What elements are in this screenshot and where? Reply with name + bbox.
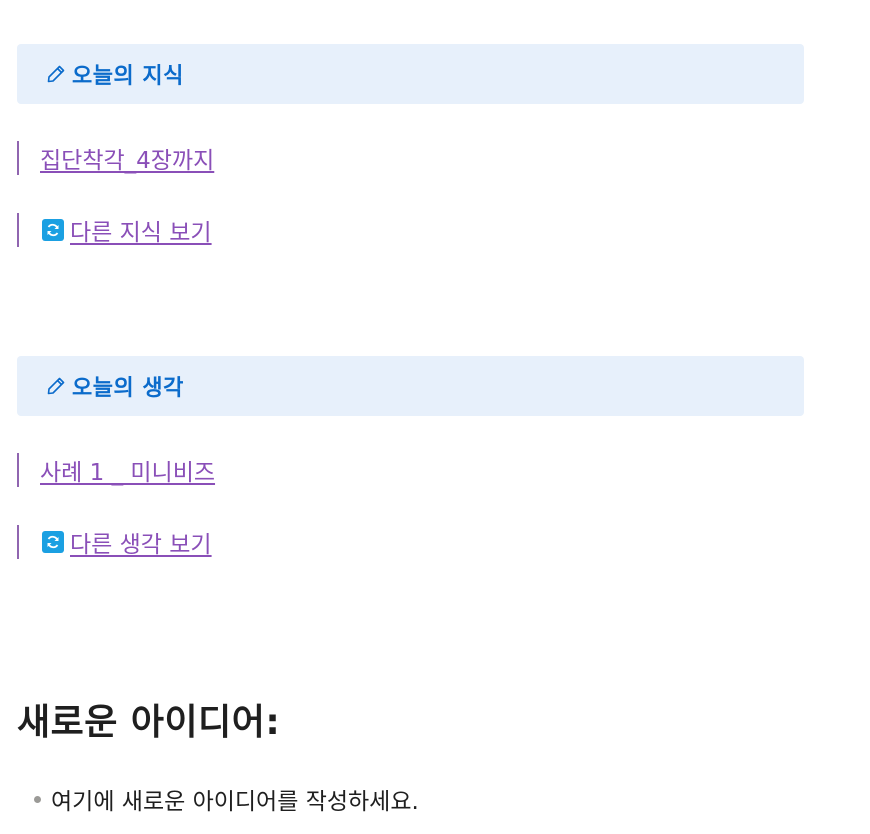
knowledge-callout: 오늘의 지식	[17, 44, 804, 104]
thought-more-label: 다른 생각 보기	[70, 532, 212, 558]
page: 오늘의 지식 집단착각_4장까지 다른 지식 보기 오늘의 생각 사례 1 _ …	[0, 0, 870, 834]
ideas-heading: 새로운 아이디어:	[17, 702, 281, 743]
knowledge-more-link[interactable]: 다른 지식 보기	[40, 213, 212, 247]
refresh-icon	[42, 219, 64, 241]
knowledge-link-quote: 집단착각_4장까지	[17, 141, 214, 175]
refresh-icon	[42, 531, 64, 553]
knowledge-link[interactable]: 집단착각_4장까지	[40, 141, 214, 175]
pencil-icon	[46, 376, 66, 396]
thought-callout: 오늘의 생각	[17, 356, 804, 416]
knowledge-more-label: 다른 지식 보기	[70, 220, 212, 246]
knowledge-more-quote: 다른 지식 보기	[17, 213, 212, 247]
thought-more-quote: 다른 생각 보기	[17, 525, 212, 559]
thought-link[interactable]: 사례 1 _ 미니비즈	[40, 453, 215, 487]
knowledge-callout-title: 오늘의 지식	[72, 64, 184, 89]
ideas-item-text[interactable]: 여기에 새로운 아이디어를 작성하세요.	[51, 782, 419, 816]
bullet-dot	[34, 795, 41, 803]
thought-callout-title: 오늘의 생각	[72, 376, 184, 401]
thought-link-quote: 사례 1 _ 미니비즈	[17, 453, 215, 487]
pencil-icon	[46, 64, 66, 84]
ideas-list-item[interactable]: 여기에 새로운 아이디어를 작성하세요.	[34, 782, 419, 816]
thought-more-link[interactable]: 다른 생각 보기	[40, 525, 212, 559]
